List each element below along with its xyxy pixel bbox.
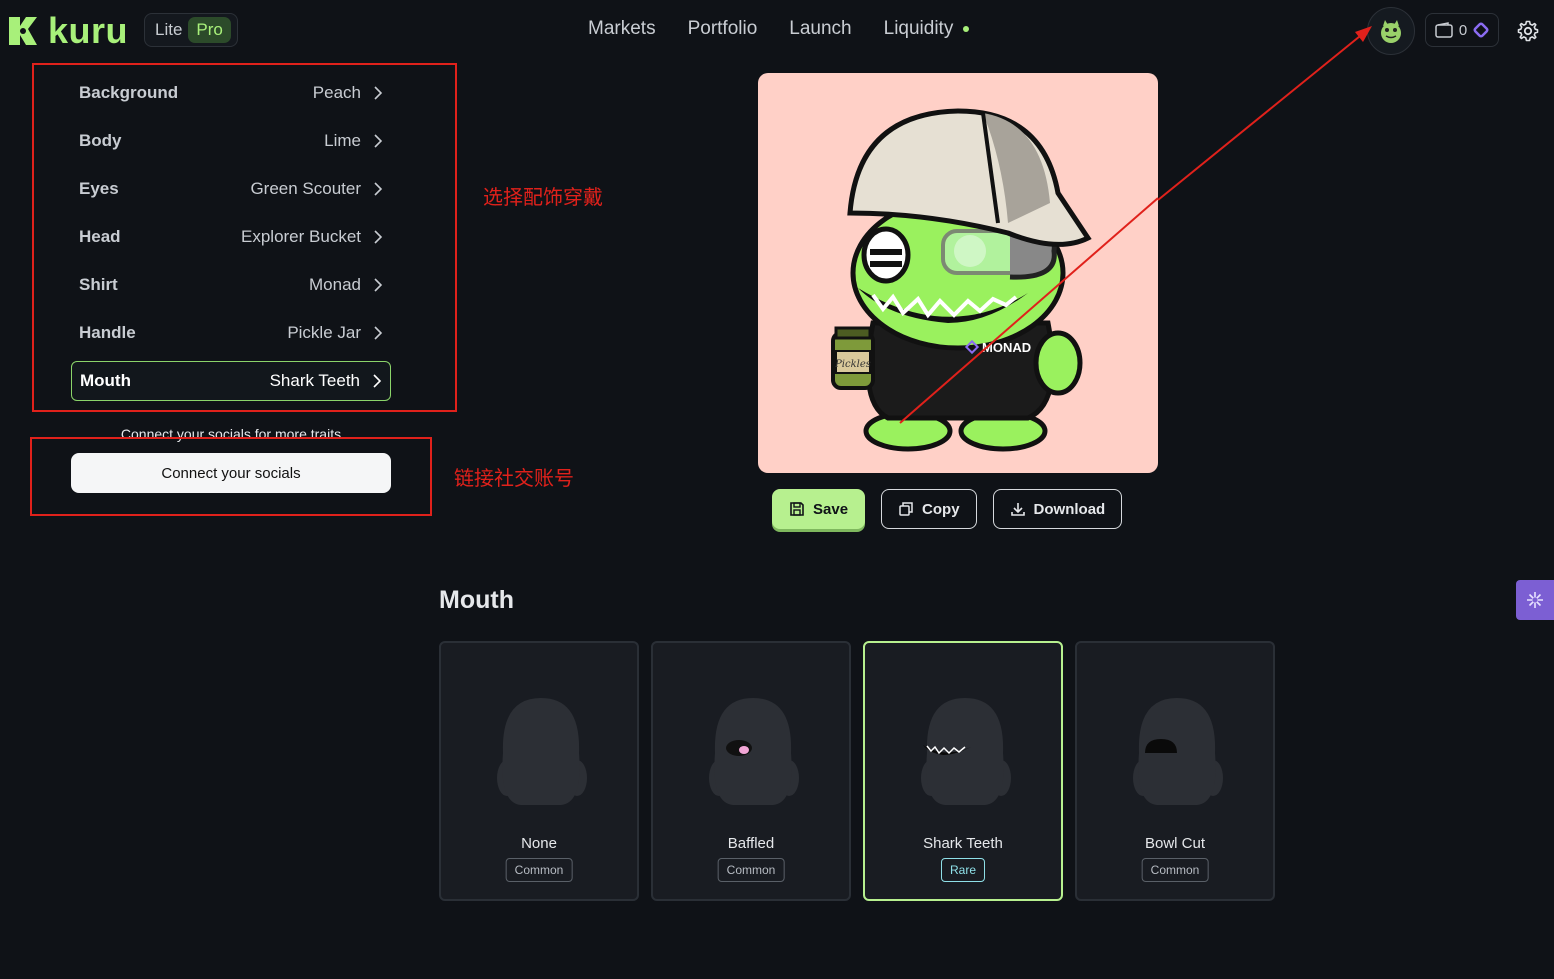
annotation-arrow bbox=[1157, 26, 1372, 201]
annotation-box-traits bbox=[32, 63, 457, 412]
kuru-logo[interactable]: kuru bbox=[6, 10, 129, 51]
save-label: Save bbox=[813, 500, 849, 518]
save-button[interactable]: Save bbox=[772, 489, 866, 529]
silhouette-bowl-cut-icon bbox=[1133, 698, 1223, 805]
nav-launch[interactable]: Launch bbox=[789, 18, 851, 40]
option-name: Shark Teeth bbox=[923, 835, 1003, 852]
brand-name: kuru bbox=[48, 10, 129, 51]
silhouette-icon bbox=[497, 698, 587, 805]
section-title: Mouth bbox=[439, 586, 514, 614]
nav-liquidity[interactable]: Liquidity bbox=[884, 18, 954, 39]
character-preview: Pickles MONAD bbox=[758, 73, 1158, 473]
silhouette-baffled-icon bbox=[709, 698, 799, 805]
rarity-badge: Rare bbox=[940, 858, 986, 882]
main-nav: Markets Portfolio Launch Liquidity bbox=[588, 18, 970, 40]
annotation-box-socials bbox=[30, 437, 432, 516]
side-widget-tab[interactable] bbox=[1516, 580, 1554, 620]
wallet-balance: 0 bbox=[1458, 21, 1468, 39]
trait-option-grid: None Common Baffled Common Shark Teeth R… bbox=[439, 641, 1275, 901]
download-icon bbox=[1010, 503, 1025, 516]
mode-lite[interactable]: Lite bbox=[155, 20, 182, 40]
rarity-badge: Common bbox=[1141, 858, 1209, 882]
save-icon bbox=[790, 502, 804, 516]
preview-actions: Save Copy Download bbox=[772, 489, 1123, 529]
nav-markets[interactable]: Markets bbox=[588, 18, 656, 40]
option-name: Baffled bbox=[727, 835, 775, 852]
jar-label: Pickles bbox=[834, 359, 871, 370]
wallet-icon bbox=[1435, 22, 1453, 38]
option-name: Bowl Cut bbox=[1144, 835, 1206, 852]
nav-portfolio[interactable]: Portfolio bbox=[688, 18, 758, 40]
download-button[interactable]: Download bbox=[992, 489, 1123, 529]
sparkle-icon bbox=[1527, 592, 1543, 608]
option-card-baffled[interactable]: Baffled Common bbox=[651, 641, 851, 901]
mode-pro[interactable]: Pro bbox=[188, 17, 231, 43]
annotation-socials-note: 链接社交账号 bbox=[454, 466, 574, 490]
copy-icon bbox=[899, 502, 913, 516]
settings-gear-icon[interactable] bbox=[1516, 19, 1540, 43]
copy-button[interactable]: Copy bbox=[881, 489, 977, 529]
liquidity-dot-icon bbox=[963, 25, 970, 32]
download-label: Download bbox=[1033, 500, 1106, 518]
option-card-bowl-cut[interactable]: Bowl Cut Common bbox=[1075, 641, 1275, 901]
lite-pro-toggle[interactable]: Lite Pro bbox=[144, 13, 238, 47]
rarity-badge: Common bbox=[505, 858, 573, 882]
rarity-badge: Common bbox=[717, 858, 785, 882]
annotation-traits-note: 选择配饰穿戴 bbox=[483, 185, 603, 209]
silhouette-shark-teeth-icon bbox=[921, 698, 1011, 805]
shirt-logo-text: MONAD bbox=[982, 340, 1031, 355]
character-illustration: Pickles MONAD bbox=[831, 108, 1158, 452]
wallet-button[interactable]: 0 bbox=[1425, 13, 1499, 47]
option-card-none[interactable]: None Common bbox=[439, 641, 639, 901]
option-card-shark-teeth[interactable]: Shark Teeth Rare bbox=[863, 641, 1063, 901]
option-name: None bbox=[521, 835, 557, 852]
avatar-icon bbox=[1381, 20, 1401, 43]
kuru-logo-icon bbox=[9, 17, 37, 45]
copy-label: Copy bbox=[922, 500, 960, 518]
monad-token-icon bbox=[1473, 22, 1489, 38]
nav-liquidity-wrap[interactable]: Liquidity bbox=[884, 18, 970, 40]
